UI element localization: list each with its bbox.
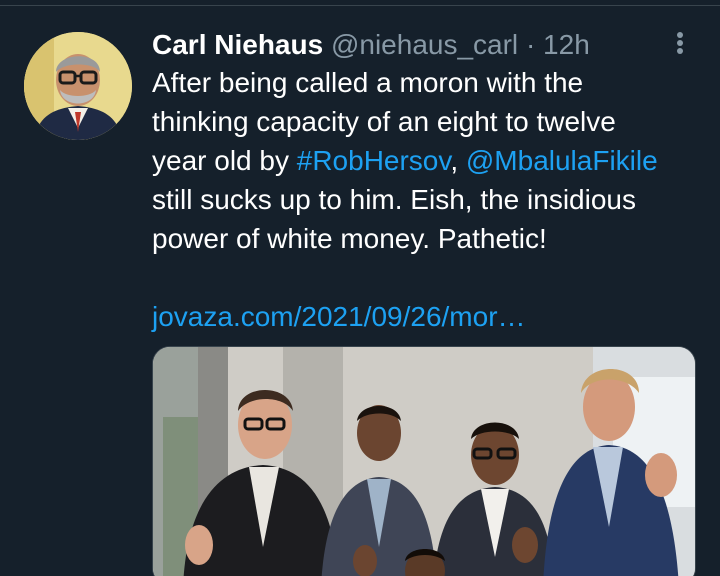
avatar[interactable] [24, 32, 132, 140]
mention-link[interactable]: @MbalulaFikile [466, 145, 658, 176]
user-avatar-photo [24, 32, 132, 140]
tweet-line: still sucks up to him. Eish, the insidio… [152, 184, 636, 215]
external-link[interactable]: jovaza.com/2021/09/26/mor… [152, 297, 708, 336]
tweet-line-middle: , [450, 145, 466, 176]
display-name[interactable]: Carl Niehaus [152, 29, 323, 60]
separator-dot: · [525, 29, 536, 60]
tweet-header: Carl Niehaus @niehaus_carl · 12h [152, 28, 708, 62]
photo-four-men-thumbs-up [153, 347, 695, 576]
tweet[interactable]: Carl Niehaus @niehaus_carl · 12h After b… [152, 28, 708, 336]
tweet-line: After being called a moron with the [152, 67, 584, 98]
timestamp[interactable]: 12h [543, 29, 590, 60]
tweet-line: thinking capacity of an eight to twelve [152, 106, 616, 137]
top-divider [0, 0, 720, 6]
tweet-line: year old by #RobHersov, @MbalulaFikile [152, 141, 708, 180]
tweet-text: After being called a moron with the thin… [152, 63, 708, 258]
user-handle[interactable]: @niehaus_carl [331, 29, 518, 60]
tweet-line: power of white money. Pathetic! [152, 223, 547, 254]
tweet-line-prefix: year old by [152, 145, 297, 176]
tweet-media[interactable] [152, 346, 696, 576]
hashtag-link[interactable]: #RobHersov [297, 145, 451, 176]
